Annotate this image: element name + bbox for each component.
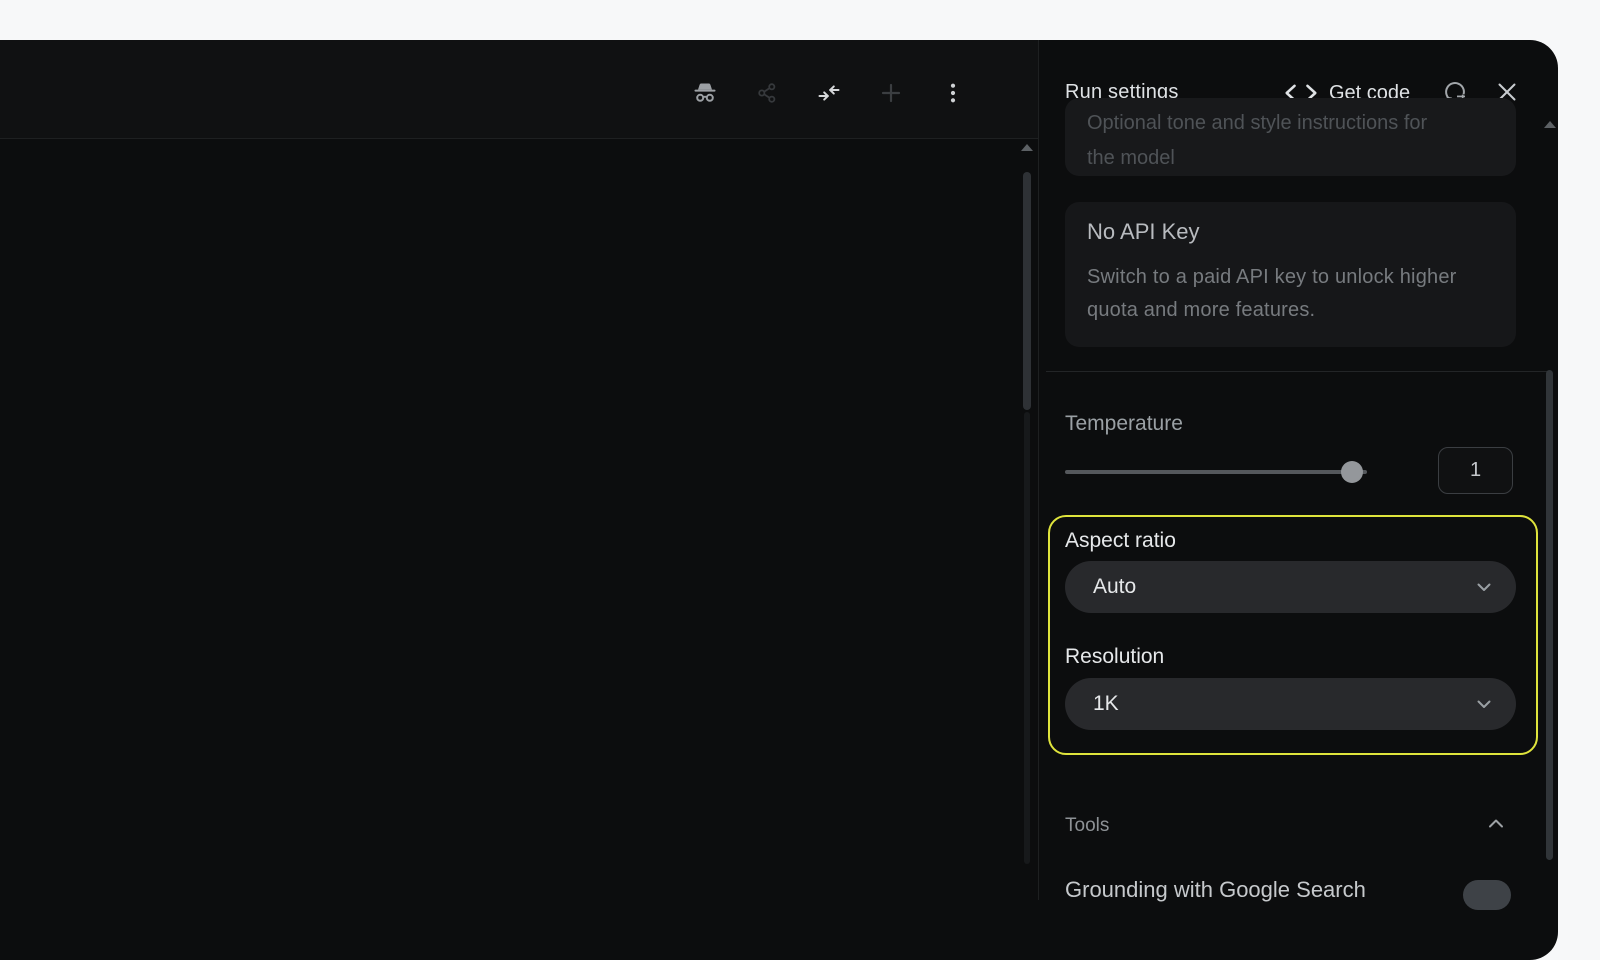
api-key-card-body-line: quota and more features. [1087, 294, 1496, 327]
compare-arrows-icon[interactable] [817, 81, 841, 105]
section-divider [1046, 371, 1552, 372]
chevron-down-icon [1474, 694, 1494, 714]
system-instructions-placeholder-line: the model [1087, 141, 1516, 176]
resolution-label: Resolution [1065, 645, 1164, 669]
grounding-label: Grounding with Google Search [1065, 877, 1366, 903]
resolution-value: 1K [1093, 692, 1119, 716]
temperature-slider[interactable] [1065, 470, 1367, 474]
api-key-card-body-line: Switch to a paid API key to unlock highe… [1087, 261, 1496, 294]
app-surface [0, 40, 1558, 960]
temperature-value-input[interactable]: 1 [1438, 447, 1513, 494]
temperature-slider-handle[interactable] [1341, 461, 1363, 483]
aspect-ratio-value: Auto [1093, 575, 1136, 599]
aspect-ratio-label: Aspect ratio [1065, 529, 1176, 553]
system-instructions-placeholder-line: Optional tone and style instructions for [1087, 106, 1516, 141]
panel-scrollbar-thumb[interactable] [1546, 370, 1553, 860]
chevron-up-icon[interactable] [1484, 812, 1508, 836]
panel-divider-vertical [1038, 40, 1039, 900]
tools-section-label: Tools [1065, 815, 1109, 837]
resolution-select[interactable]: 1K [1065, 678, 1516, 730]
main-header-divider [0, 138, 1038, 139]
incognito-icon[interactable] [693, 81, 717, 105]
temperature-label: Temperature [1065, 412, 1183, 436]
api-key-card: No API Key Switch to a paid API key to u… [1065, 202, 1516, 347]
share-icon[interactable] [755, 81, 779, 105]
main-scrollbar-thumb[interactable] [1023, 172, 1031, 410]
system-instructions-field[interactable]: Optional tone and style instructions for… [1065, 98, 1516, 176]
chevron-down-icon [1474, 577, 1494, 597]
main-scrollbar-track[interactable] [1024, 412, 1030, 864]
more-options-icon[interactable] [941, 81, 965, 105]
grounding-toggle[interactable] [1463, 880, 1511, 910]
scroll-up-arrow[interactable] [1021, 144, 1033, 151]
scroll-up-arrow[interactable] [1544, 121, 1556, 128]
plus-icon[interactable] [879, 81, 903, 105]
api-key-card-title: No API Key [1087, 219, 1496, 245]
aspect-ratio-select[interactable]: Auto [1065, 561, 1516, 613]
